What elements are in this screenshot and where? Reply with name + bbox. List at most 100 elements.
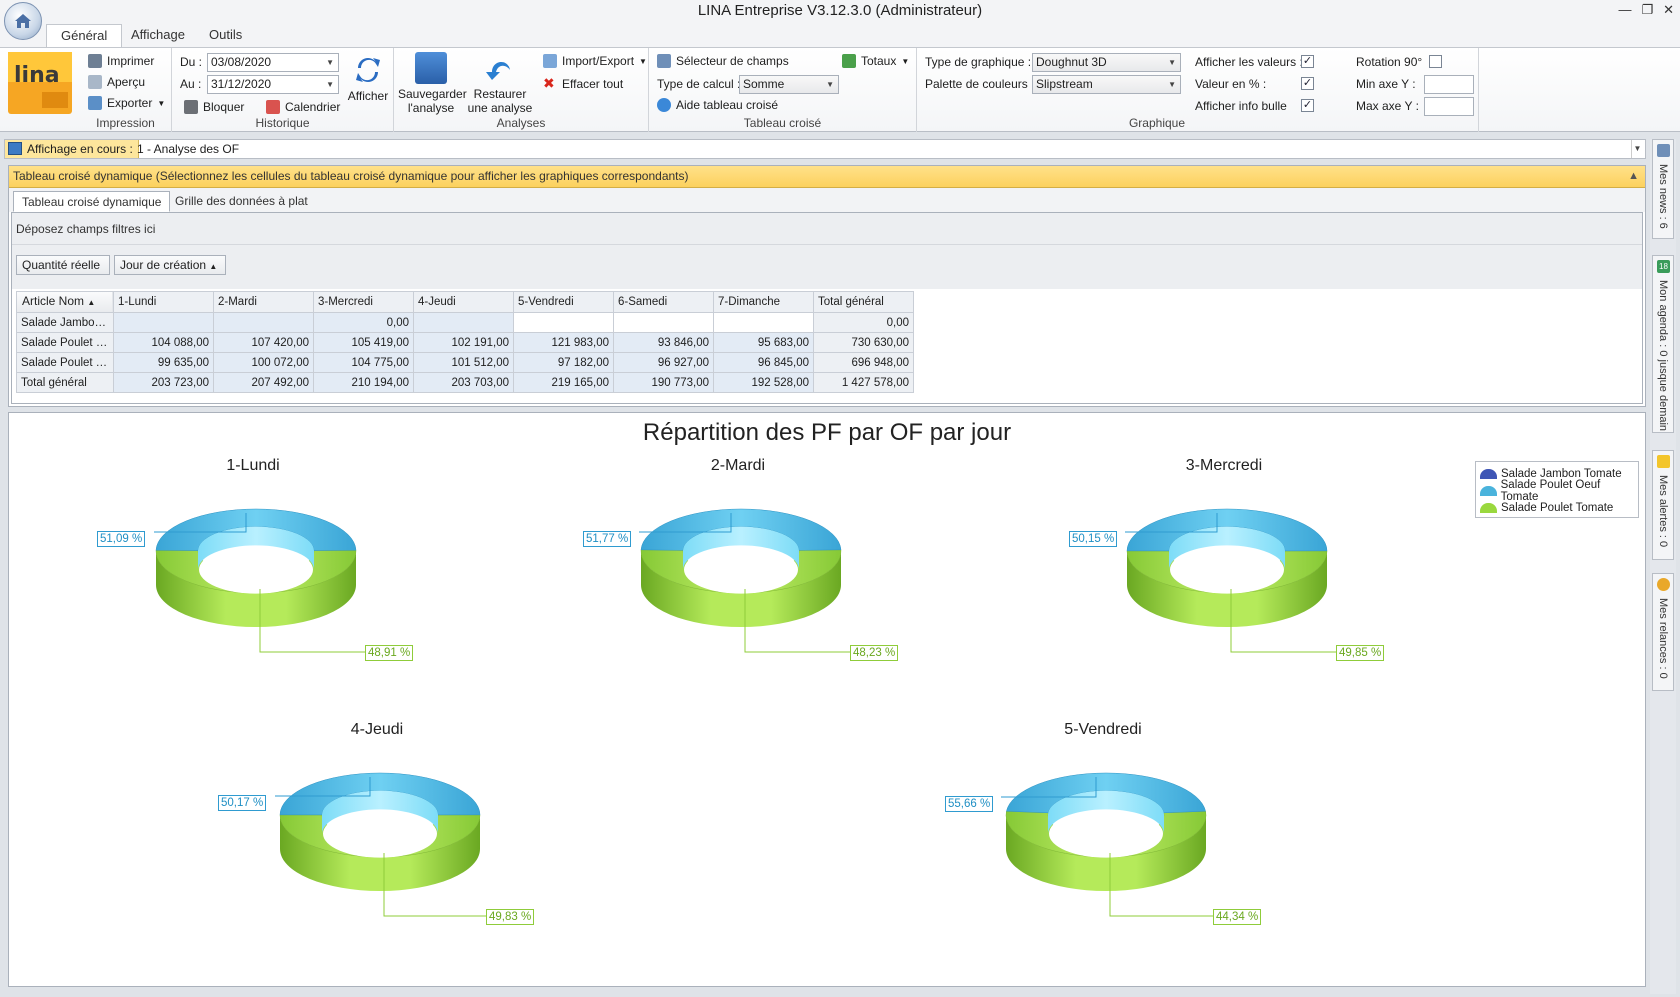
column-header[interactable]: 7-Dimanche xyxy=(713,291,814,313)
field-list-icon xyxy=(657,54,671,68)
print-button[interactable]: Imprimer xyxy=(88,54,154,68)
calc-type-select[interactable]: Somme ▼ xyxy=(739,75,839,94)
pivot-cell-total[interactable]: 730 630,00 xyxy=(813,332,914,353)
tab-general[interactable]: Général xyxy=(46,24,123,47)
lock-button[interactable]: Bloquer xyxy=(184,100,244,114)
pivot-cell[interactable] xyxy=(713,312,814,333)
pivot-cell-total[interactable]: 696 948,00 xyxy=(813,352,914,373)
pivot-cell[interactable]: 121 983,00 xyxy=(513,332,614,353)
preview-button[interactable]: Aperçu xyxy=(88,75,145,89)
calendar-button[interactable]: Calendrier xyxy=(266,100,340,114)
pivot-cell[interactable] xyxy=(413,312,514,333)
pivot-cell[interactable]: 101 512,00 xyxy=(413,352,514,373)
pivot-cell[interactable]: 104 775,00 xyxy=(313,352,414,373)
tab-pivot-table[interactable]: Tableau croisé dynamique xyxy=(13,191,171,212)
column-header[interactable]: Total général xyxy=(813,291,914,313)
pivot-cell[interactable] xyxy=(113,312,214,333)
import-export-button[interactable]: Import/Export ▼ xyxy=(543,54,647,68)
pivot-cell[interactable]: 104 088,00 xyxy=(113,332,214,353)
pivot-cell-total[interactable]: 190 773,00 xyxy=(613,372,714,393)
pivot-cell-total[interactable]: 203 703,00 xyxy=(413,372,514,393)
side-tab-agenda[interactable]: 18 Mon agenda : 0 jusque demain xyxy=(1652,255,1674,433)
pin-icon[interactable]: ▲ xyxy=(1628,166,1639,187)
group-impression: Imprimer Aperçu Exporter ▼ Impression xyxy=(80,48,172,132)
chevron-down-icon: ▼ xyxy=(826,80,834,89)
group-label-tableau: Tableau croisé xyxy=(743,116,822,130)
row-header[interactable]: Salade Jambon ... xyxy=(16,312,114,333)
pivot-cell[interactable]: 99 635,00 xyxy=(113,352,214,373)
pivot-cell[interactable]: 96 927,00 xyxy=(613,352,714,373)
pivot-cell[interactable]: 105 419,00 xyxy=(313,332,414,353)
pivot-cell[interactable]: 97 182,00 xyxy=(513,352,614,373)
column-header[interactable]: 5-Vendredi xyxy=(513,291,614,313)
totals-button[interactable]: Totaux ▼ xyxy=(842,54,909,68)
restore-icon[interactable]: ❐ xyxy=(1641,2,1653,18)
show-button[interactable]: Afficher xyxy=(346,54,390,103)
filter-drop-zone[interactable]: Déposez champs filtres ici xyxy=(12,213,1642,245)
pivot-cell[interactable]: 93 846,00 xyxy=(613,332,714,353)
app-menu-button[interactable] xyxy=(4,2,42,40)
pivot-cell-total[interactable]: 219 165,00 xyxy=(513,372,614,393)
clear-all-button[interactable]: ✖ Effacer tout xyxy=(543,75,623,92)
show-values-checkbox[interactable]: ✓ xyxy=(1301,55,1314,68)
side-tab-alerts[interactable]: Mes alertes : 0 xyxy=(1652,450,1674,560)
show-tooltip-checkbox[interactable]: ✓ xyxy=(1301,99,1314,112)
row-header[interactable]: Salade Poulet To... xyxy=(16,352,114,373)
pivot-cell[interactable]: 95 683,00 xyxy=(713,332,814,353)
pivot-cell[interactable] xyxy=(613,312,714,333)
current-view-select[interactable]: 1 - Analyse des OF xyxy=(137,140,239,158)
row-header-total[interactable]: Total général xyxy=(16,372,114,393)
tab-affichage[interactable]: Affichage xyxy=(117,24,199,47)
side-tab-reminders[interactable]: Mes relances : 0 xyxy=(1652,573,1674,691)
side-tab-news[interactable]: Mes news : 6 xyxy=(1652,139,1674,239)
column-header[interactable]: 2-Mardi xyxy=(213,291,314,313)
sort-asc-icon: ▲ xyxy=(209,262,218,271)
pivot-cell[interactable]: 100 072,00 xyxy=(213,352,314,373)
date-to-field[interactable]: 31/12/2020 ▼ xyxy=(207,75,339,94)
pivot-help-button[interactable]: Aide tableau croisé xyxy=(657,98,778,112)
column-header[interactable]: 6-Samedi xyxy=(613,291,714,313)
export-button[interactable]: Exporter ▼ xyxy=(88,96,165,110)
field-selector-button[interactable]: Sélecteur de champs xyxy=(657,54,789,68)
tab-outils[interactable]: Outils xyxy=(195,24,256,47)
group-analyses: Sauvegarder l'analyse Restaurer une anal… xyxy=(394,48,649,132)
chart-type-select[interactable]: Doughnut 3D ▼ xyxy=(1032,53,1181,72)
pie-title-mercredi: 3-Mercredi xyxy=(1185,457,1263,474)
pivot-cell-selected[interactable] xyxy=(513,312,614,333)
column-header[interactable]: 4-Jeudi xyxy=(413,291,514,313)
rotation-checkbox[interactable] xyxy=(1429,55,1442,68)
pivot-cell[interactable]: 0,00 xyxy=(313,312,414,333)
min-y-input[interactable] xyxy=(1424,75,1474,94)
pivot-cell[interactable]: 102 191,00 xyxy=(413,332,514,353)
pivot-cell[interactable]: 96 845,00 xyxy=(713,352,814,373)
pivot-cell-total[interactable]: 192 528,00 xyxy=(713,372,814,393)
pivot-cell-total[interactable]: 0,00 xyxy=(813,312,914,333)
chevron-down-icon[interactable]: ▼ xyxy=(1631,140,1643,158)
close-icon[interactable]: ✕ xyxy=(1663,2,1674,18)
palette-select[interactable]: Slipstream ▼ xyxy=(1032,75,1181,94)
pivot-cell[interactable] xyxy=(213,312,314,333)
pivot-cell-total[interactable]: 207 492,00 xyxy=(213,372,314,393)
minimize-icon[interactable]: — xyxy=(1618,2,1631,18)
pie-title-mardi: 2-Mardi xyxy=(710,457,766,474)
pie-label-oeuf-mardi: 51,77 % xyxy=(583,531,632,547)
column-field-button[interactable]: Jour de création ▲ xyxy=(114,255,226,275)
row-field-button[interactable]: Article Nom ▲ xyxy=(17,292,112,312)
date-from-field[interactable]: 03/08/2020 ▼ xyxy=(207,53,339,72)
pivot-cell-grand-total[interactable]: 1 427 578,00 xyxy=(813,372,914,393)
values-pct-checkbox[interactable]: ✓ xyxy=(1301,77,1314,90)
restore-analysis-button[interactable]: Restaurer une analyse xyxy=(466,52,534,115)
max-y-input[interactable] xyxy=(1424,97,1474,116)
pivot-cell[interactable]: 107 420,00 xyxy=(213,332,314,353)
pie-label-poulet-mercredi: 49,85 % xyxy=(1336,645,1385,661)
tab-flat-grid[interactable]: Grille des données à plat xyxy=(167,191,316,212)
pivot-cell-total[interactable]: 203 723,00 xyxy=(113,372,214,393)
pivot-cell-total[interactable]: 210 194,00 xyxy=(313,372,414,393)
column-header[interactable]: 3-Mercredi xyxy=(313,291,414,313)
row-header[interactable]: Salade Poulet O... xyxy=(16,332,114,353)
window-title-bar: LINA Entreprise V3.12.3.0 (Administrateu… xyxy=(0,0,1680,22)
column-header[interactable]: 1-Lundi xyxy=(113,291,214,313)
window-title: LINA Entreprise V3.12.3.0 (Administrateu… xyxy=(697,2,983,19)
save-analysis-button[interactable]: Sauvegarder l'analyse xyxy=(398,52,467,115)
data-field-button[interactable]: Quantité réelle xyxy=(16,255,110,275)
